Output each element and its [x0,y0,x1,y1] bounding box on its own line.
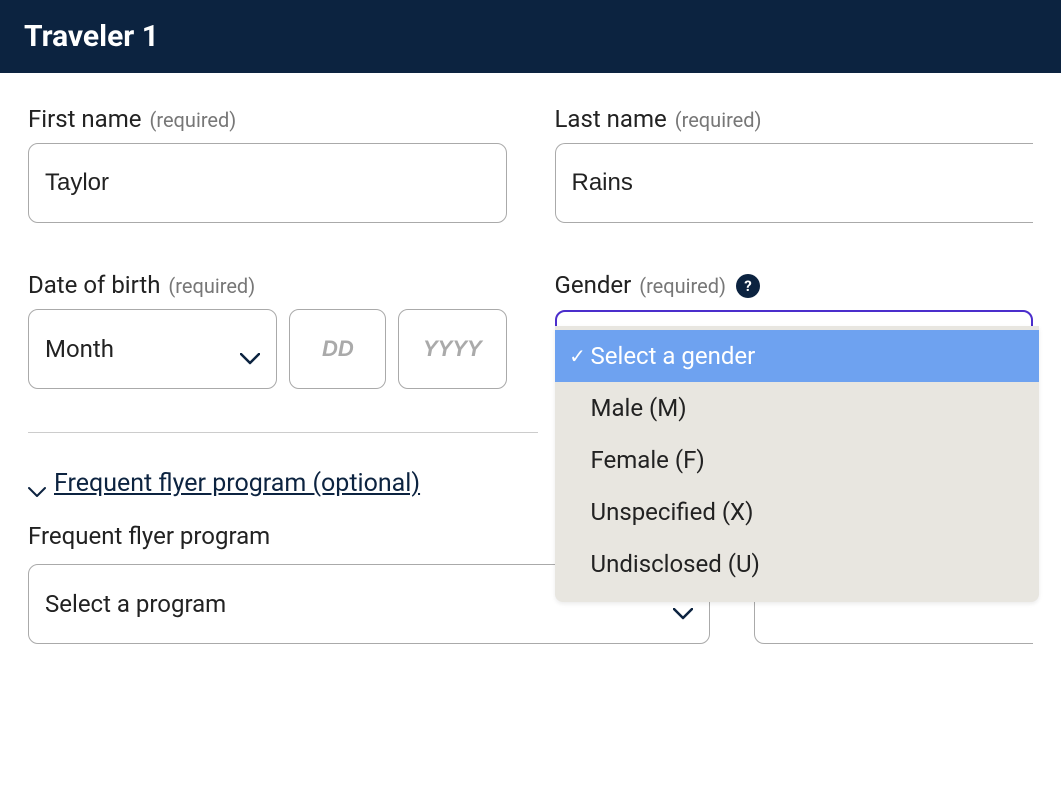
gender-option-unspecified[interactable]: Unspecified (X) [555,486,1040,538]
gender-label-text: Gender [555,271,632,299]
last-name-input[interactable] [555,143,1034,223]
gender-required: (required) [639,274,726,298]
dob-month-select[interactable]: Month [28,309,277,389]
gender-dropdown: ✓ Select a gender Male (M) Female (F) Un… [555,326,1040,602]
gender-option-label: Female (F) [591,446,705,474]
divider [28,432,538,433]
dob-year-wrap [398,309,506,389]
first-name-required: (required) [150,108,237,132]
gender-select-wrap: ✓ Select a gender Male (M) Female (F) Un… [555,310,1034,390]
ff-select-value: Select a program [45,590,226,618]
gender-option-label: Unspecified (X) [591,498,754,526]
check-icon: ✓ [565,344,591,368]
form-container: First name (required) Last name (require… [0,73,1061,644]
dob-day-input[interactable] [289,309,386,389]
dob-gender-row: Date of birth (required) Month [28,271,1033,390]
first-name-field: First name (required) [28,105,507,223]
gender-field: Gender (required) ? ✓ Select a gender Ma… [555,271,1034,390]
gender-option-placeholder[interactable]: ✓ Select a gender [555,330,1040,382]
name-row: First name (required) Last name (require… [28,105,1033,223]
dob-group: Month [28,309,507,389]
gender-option-label: Male (M) [591,394,687,422]
gender-option-male[interactable]: Male (M) [555,382,1040,434]
gender-option-undisclosed[interactable]: Undisclosed (U) [555,538,1040,590]
gender-option-label: Undisclosed (U) [591,550,760,578]
first-name-input[interactable] [28,143,507,223]
header-title: Traveler 1 [24,19,159,54]
gender-option-label: Select a gender [591,342,756,370]
dob-required: (required) [168,274,255,298]
chevron-down-icon [28,477,46,491]
first-name-label-text: First name [28,105,142,133]
dob-year-input[interactable] [398,309,506,389]
last-name-label-text: Last name [555,105,667,133]
chevron-down-icon [240,343,260,355]
dob-field: Date of birth (required) Month [28,271,507,390]
frequent-flyer-toggle-text: Frequent flyer program (optional) [54,469,420,498]
last-name-field: Last name (required) [555,105,1034,223]
gender-label: Gender (required) ? [555,271,1034,300]
gender-option-female[interactable]: Female (F) [555,434,1040,486]
dob-day-wrap [289,309,386,389]
dob-month-wrap: Month [28,309,277,389]
last-name-label: Last name (required) [555,105,1034,133]
first-name-label: First name (required) [28,105,507,133]
dob-month-value: Month [45,335,114,363]
help-icon[interactable]: ? [736,274,760,298]
dob-label-text: Date of birth [28,271,160,299]
dob-label: Date of birth (required) [28,271,507,299]
form-header: Traveler 1 [0,0,1061,73]
last-name-required: (required) [675,108,762,132]
